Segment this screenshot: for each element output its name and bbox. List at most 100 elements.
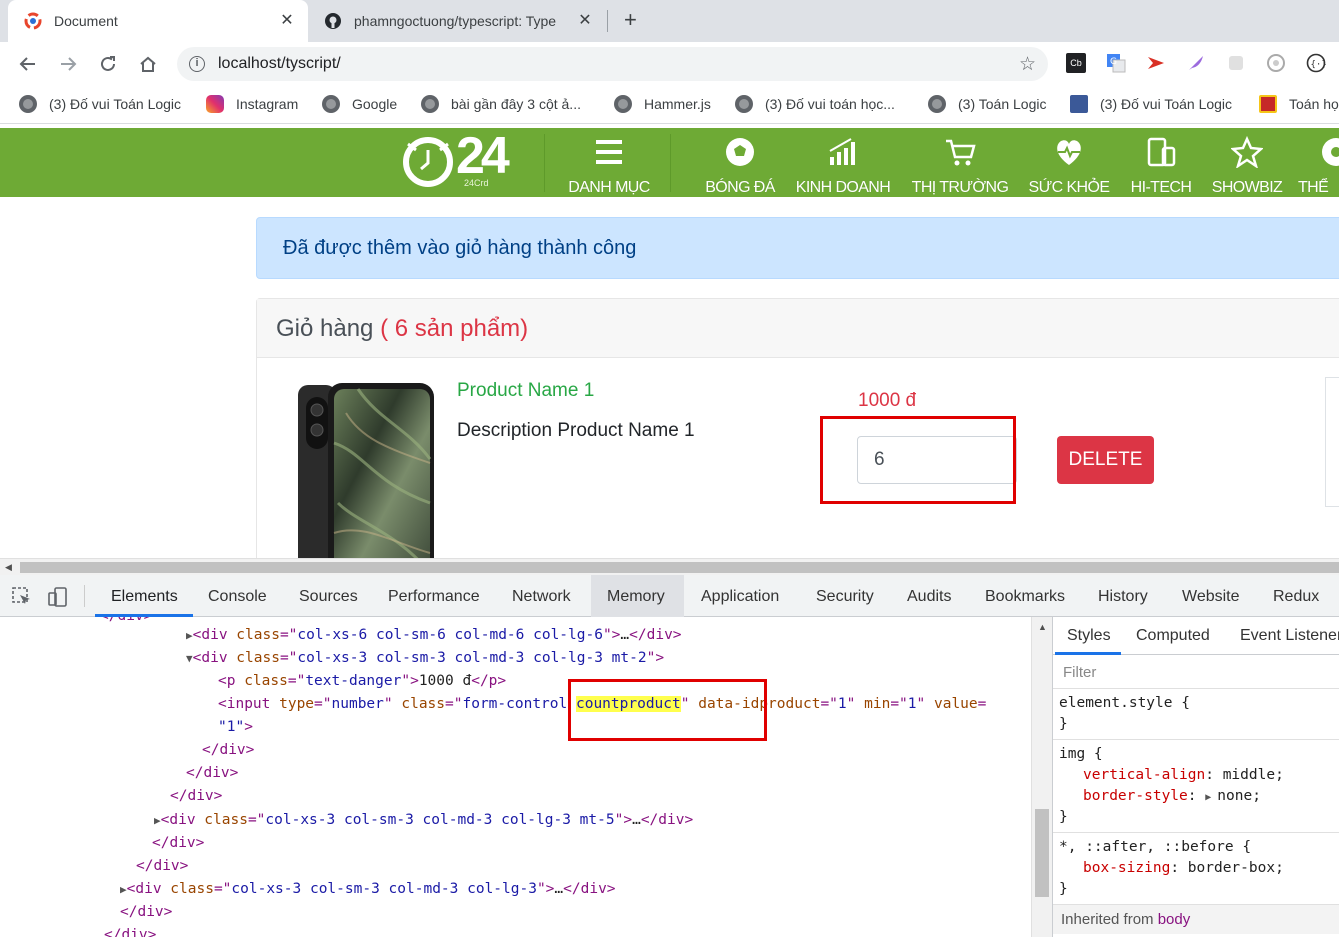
- css-declaration[interactable]: border-style: ▶ none;: [1059, 786, 1333, 807]
- tab-security[interactable]: Security: [816, 588, 874, 606]
- tab-website[interactable]: Website: [1182, 588, 1240, 606]
- bookmark-label: bài gần đây 3 cột ả...: [451, 96, 581, 112]
- tab-elements[interactable]: Elements: [111, 588, 178, 606]
- tab-computed[interactable]: Computed: [1136, 627, 1210, 645]
- football-icon: [700, 134, 780, 170]
- css-declaration[interactable]: box-sizing: border-box;: [1059, 858, 1333, 879]
- bookmark-star-icon[interactable]: ☆: [1019, 53, 1036, 76]
- bookmark-item[interactable]: Hammer.js: [614, 95, 711, 113]
- scrollbar-thumb[interactable]: [1035, 809, 1049, 897]
- css-rule-img: img { vertical-align: middle; border-sty…: [1053, 740, 1339, 833]
- delete-button[interactable]: DELETE: [1057, 436, 1154, 484]
- bookmark-item[interactable]: (3) Đố vui Toán Logic: [19, 95, 181, 113]
- dom-node-line[interactable]: ▼<div class="col-xs-3 col-sm-3 col-md-3 …: [186, 647, 664, 669]
- expand-triangle-icon[interactable]: ▶: [120, 883, 127, 896]
- class-value: col-xs-6 col-sm-6 col-md-6 col-lg-6: [297, 627, 603, 643]
- inherited-element-link[interactable]: body: [1158, 911, 1191, 928]
- code-extension-icon[interactable]: {·}: [1306, 53, 1326, 73]
- css-property-value[interactable]: middle;: [1223, 767, 1284, 783]
- dom-node-line: </div>: [136, 858, 189, 874]
- site-logo[interactable]: 24 24Crd: [400, 127, 530, 194]
- scroll-up-icon[interactable]: ▲: [1038, 622, 1047, 632]
- css-property-name[interactable]: border-style: [1083, 788, 1188, 804]
- nav-item-suc-khoe[interactable]: SỨC KHỎE: [1024, 134, 1114, 196]
- css-closing-brace: }: [1059, 881, 1068, 897]
- circle-extension-icon[interactable]: [1266, 53, 1286, 73]
- bookmark-item[interactable]: Toán họ: [1259, 95, 1339, 113]
- bookmark-item[interactable]: bài gần đây 3 cột ả...: [421, 95, 581, 113]
- info-icon[interactable]: i: [189, 56, 205, 72]
- dom-node-line[interactable]: ▶<div class="col-xs-6 col-sm-6 col-md-6 …: [186, 624, 682, 646]
- reload-icon[interactable]: [96, 52, 120, 76]
- tab-bookmarks[interactable]: Bookmarks: [985, 588, 1065, 606]
- url-text[interactable]: localhost/tyscript/: [218, 55, 341, 73]
- nav-item-danh-muc[interactable]: DANH MỤC: [560, 134, 658, 196]
- tab-sources[interactable]: Sources: [299, 588, 358, 606]
- close-tab-icon[interactable]: ✕: [278, 12, 296, 30]
- bookmark-item[interactable]: (3) Toán Logic: [928, 95, 1046, 113]
- scrollbar-thumb[interactable]: [20, 562, 1339, 573]
- grey-extension-icon[interactable]: [1226, 53, 1246, 73]
- tab-event-listeners[interactable]: Event Listener: [1240, 627, 1339, 645]
- close-tab-icon[interactable]: ✕: [576, 12, 594, 30]
- new-tab-icon[interactable]: +: [624, 9, 637, 31]
- css-property-value[interactable]: none;: [1217, 788, 1261, 804]
- address-bar[interactable]: i localhost/tyscript/ ☆: [177, 47, 1048, 81]
- bird-extension-icon[interactable]: [1146, 53, 1166, 73]
- nav-item-hi-tech[interactable]: HI-TECH: [1124, 134, 1198, 196]
- dom-node-line: </div>: [202, 742, 255, 758]
- dom-node-line[interactable]: ▶<div class="col-xs-3 col-sm-3 col-md-3 …: [154, 809, 693, 831]
- expand-triangle-icon[interactable]: ▶: [186, 629, 193, 642]
- css-property-name[interactable]: box-sizing: [1083, 860, 1170, 876]
- css-declaration[interactable]: vertical-align: middle;: [1059, 765, 1333, 786]
- expand-triangle-icon[interactable]: ▶: [1205, 792, 1217, 803]
- globe-icon: [614, 95, 632, 113]
- tab-network[interactable]: Network: [512, 588, 571, 606]
- extension-cb-icon[interactable]: Cb: [1066, 53, 1086, 73]
- home-icon[interactable]: [136, 52, 160, 76]
- dom-node-line[interactable]: ▶<div class="col-xs-3 col-sm-3 col-md-3 …: [120, 878, 616, 900]
- bookmark-item[interactable]: Instagram: [206, 95, 298, 113]
- feather-extension-icon[interactable]: [1186, 53, 1206, 73]
- class-value: col-xs-3 col-sm-3 col-md-3 col-lg-3 mt-2: [297, 650, 647, 666]
- css-property-value[interactable]: border-box;: [1188, 860, 1284, 876]
- translate-icon[interactable]: G: [1106, 53, 1126, 73]
- tab-audits[interactable]: Audits: [907, 588, 951, 606]
- bookmark-item[interactable]: (3) Đố vui Toán Logic: [1070, 95, 1232, 113]
- tab-history[interactable]: History: [1098, 588, 1148, 606]
- nav-item-thi-truong[interactable]: THỊ TRƯỜNG: [907, 134, 1013, 196]
- bookmark-item[interactable]: (3) Đố vui toán học...: [735, 95, 895, 113]
- tab-performance[interactable]: Performance: [388, 588, 480, 606]
- tab-styles[interactable]: Styles: [1067, 627, 1111, 645]
- nav-item-showbiz[interactable]: SHOWBIZ: [1207, 134, 1287, 196]
- page-horizontal-scrollbar[interactable]: ◀: [0, 558, 1339, 575]
- back-icon[interactable]: [16, 52, 40, 76]
- product-name[interactable]: Product Name 1: [457, 380, 594, 402]
- dom-node-line[interactable]: <p class="text-danger">1000 đ</p>: [218, 670, 506, 692]
- elements-vertical-scrollbar[interactable]: ▲: [1031, 617, 1052, 937]
- nav-item-the-thao[interactable]: THỂ: [1298, 134, 1339, 196]
- scroll-left-icon[interactable]: ◀: [5, 562, 12, 573]
- min-value: 1: [907, 696, 917, 712]
- globe-icon: [322, 95, 340, 113]
- styles-filter-input[interactable]: Filter: [1053, 655, 1339, 689]
- dom-node-line: </div>: [104, 927, 157, 937]
- tab-console[interactable]: Console: [208, 588, 267, 606]
- device-toolbar-icon[interactable]: [48, 587, 68, 607]
- nav-label: THỊ TRƯỜNG: [911, 179, 1009, 196]
- collapse-triangle-icon[interactable]: ▼: [186, 652, 193, 665]
- tab-redux[interactable]: Redux: [1273, 588, 1319, 606]
- nav-item-kinh-doanh[interactable]: KINH DOANH: [791, 134, 895, 196]
- tab-document[interactable]: Document ✕: [8, 0, 308, 42]
- tab-application[interactable]: Application: [701, 588, 779, 606]
- forward-icon[interactable]: [56, 52, 80, 76]
- highlight-box: [568, 679, 767, 741]
- nav-item-bong-da[interactable]: BÓNG ĐÁ: [700, 134, 780, 196]
- inspect-element-icon[interactable]: [12, 587, 32, 607]
- expand-triangle-icon[interactable]: ▶: [154, 814, 161, 827]
- css-property-name[interactable]: vertical-align: [1083, 767, 1205, 783]
- tab-memory[interactable]: Memory: [607, 588, 665, 606]
- bookmark-item[interactable]: Google: [322, 95, 397, 113]
- class-value: col-xs-3 col-sm-3 col-md-3 col-lg-3: [231, 881, 537, 897]
- tab-github[interactable]: phamngoctuong/typescript: Type ✕: [312, 0, 606, 42]
